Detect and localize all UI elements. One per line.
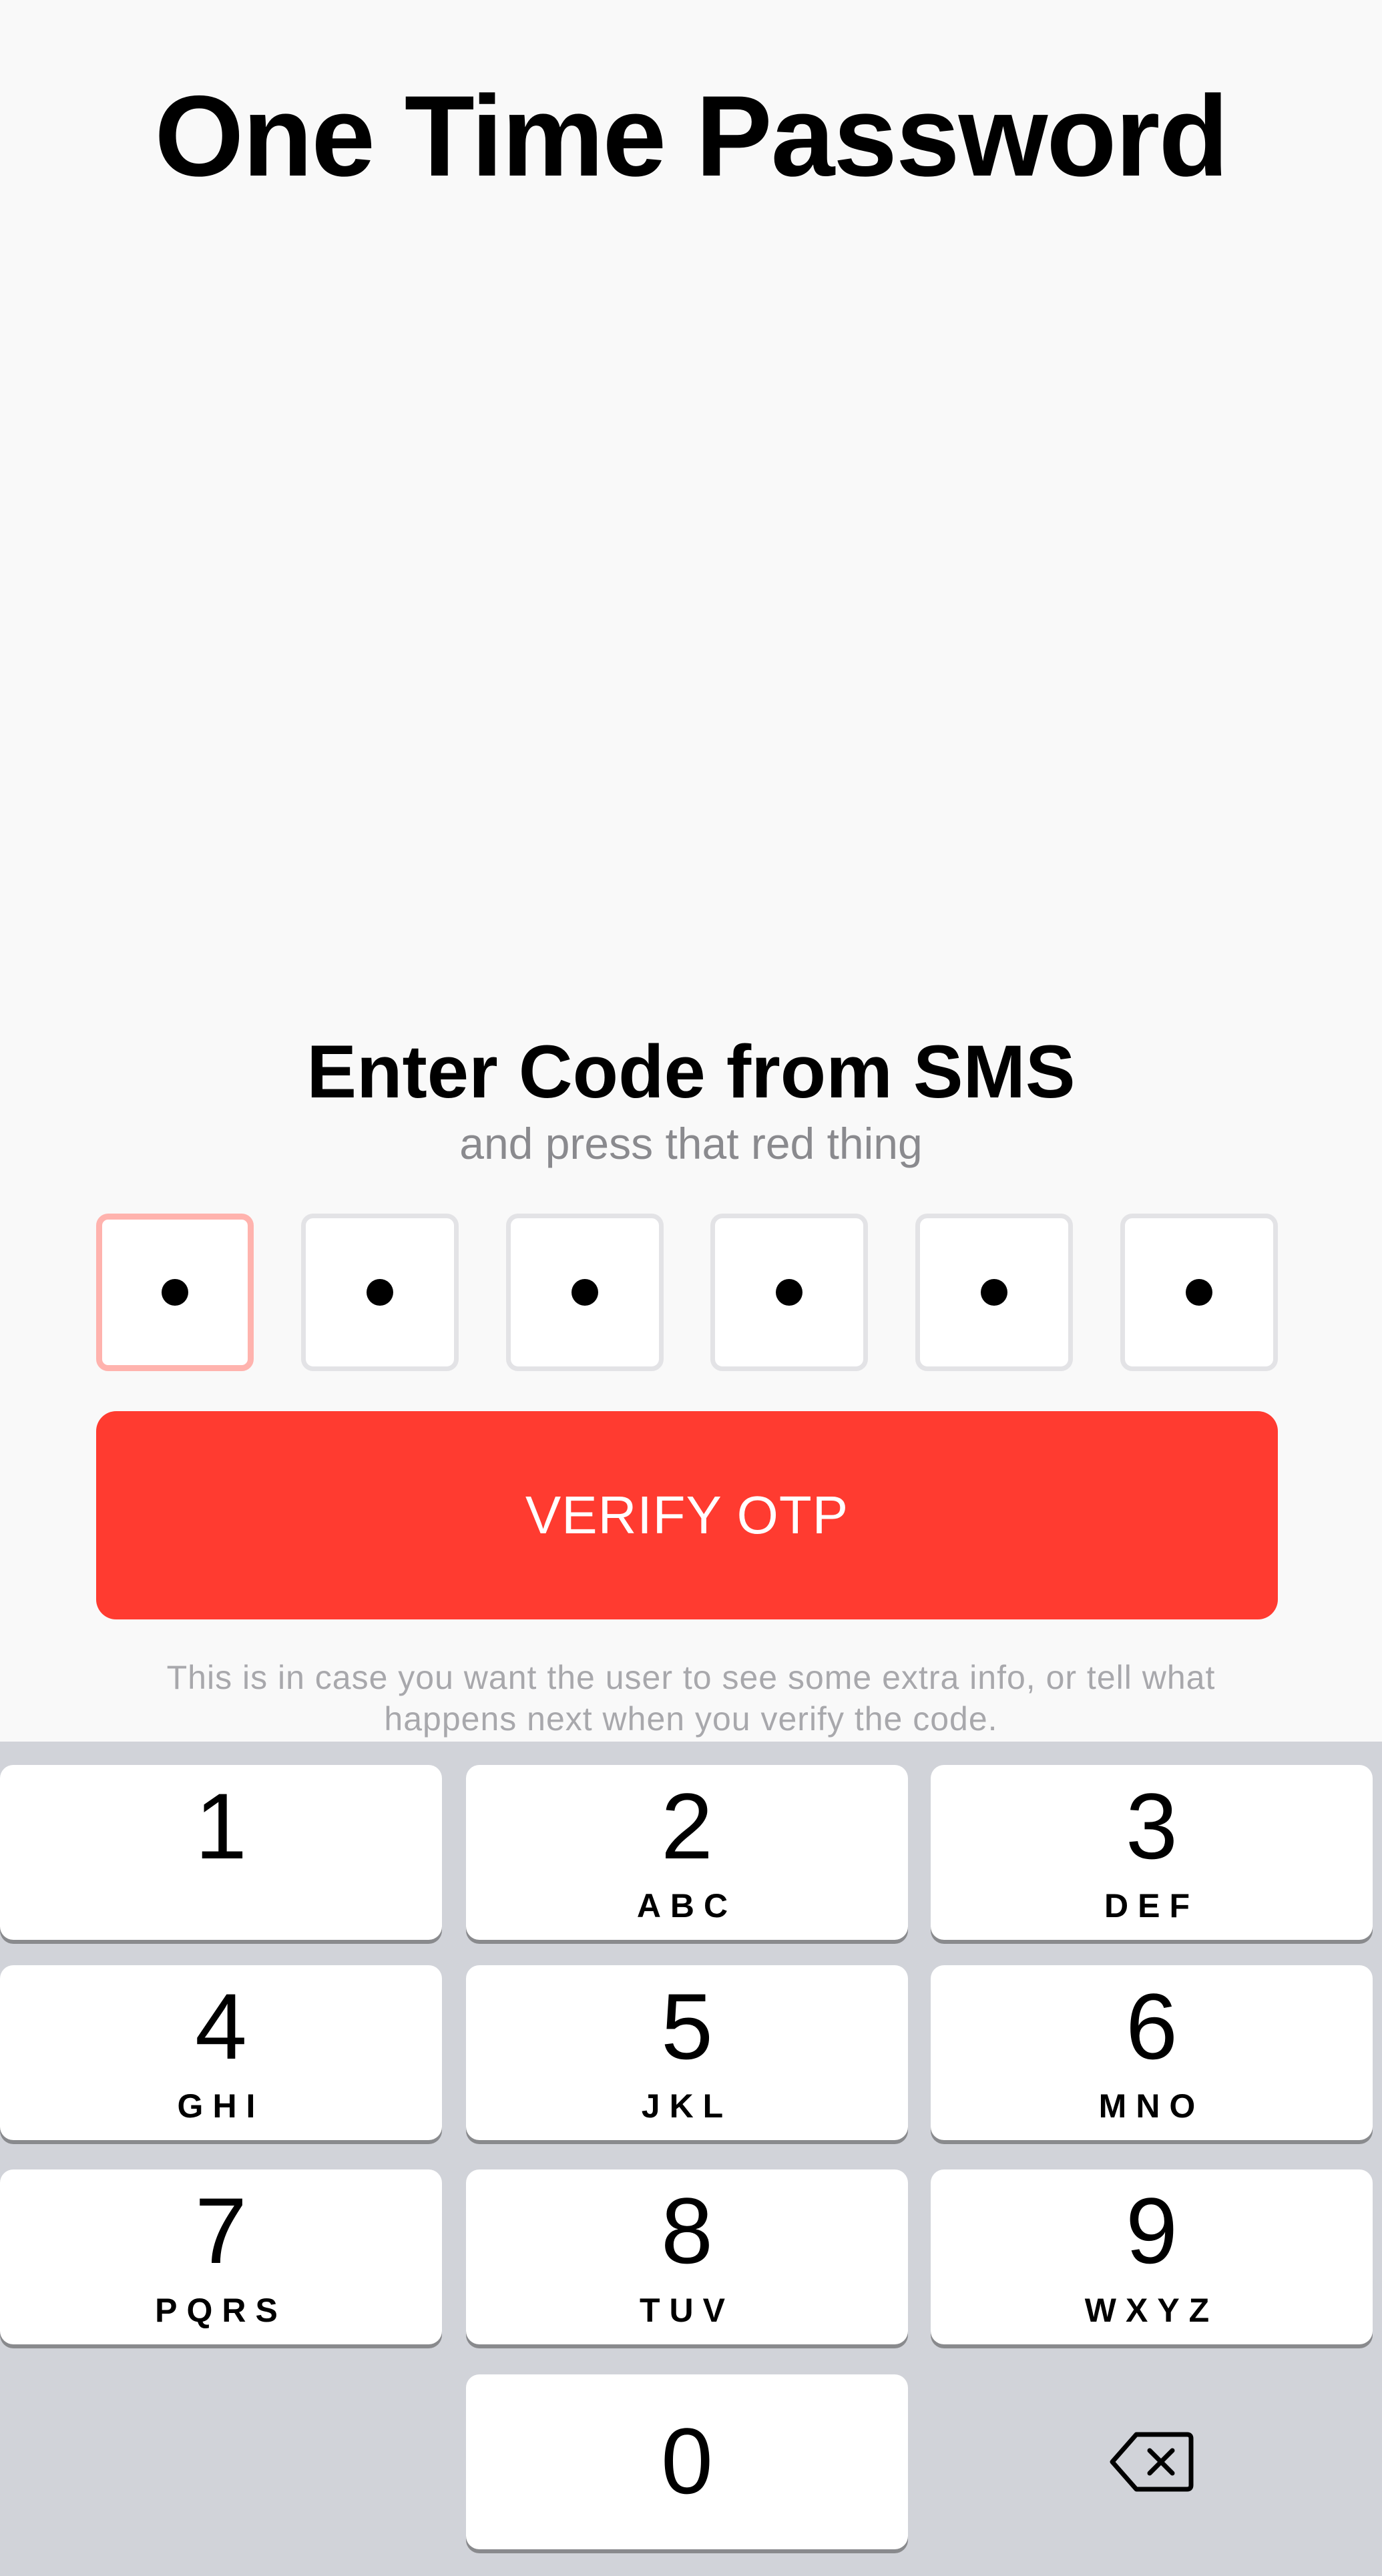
key-5[interactable]: 5 JKL	[466, 1965, 908, 2140]
key-digit: 5	[661, 1974, 713, 2079]
otp-input-row	[96, 1214, 1278, 1371]
key-digit: 2	[661, 1774, 713, 1878]
key-7[interactable]: 7 PQRS	[0, 2169, 442, 2344]
info-text: This is in case you want the user to see…	[166, 1659, 1216, 1738]
otp-digit-box-1[interactable]	[96, 1214, 254, 1371]
key-letters: JKL	[641, 2087, 733, 2125]
key-digit: 3	[1126, 1774, 1178, 1878]
verify-otp-button[interactable]: VERIFY OTP	[96, 1411, 1278, 1619]
page-title: One Time Password	[154, 72, 1229, 200]
numeric-keyboard: 1 2 ABC 3 DEF 4 GHI 5 JKL 6 MNO 7 PQRS 8…	[0, 1742, 1382, 2576]
key-letters: PQRS	[155, 2292, 287, 2329]
key-digit: 8	[661, 2178, 713, 2283]
masked-digit-dot	[981, 1279, 1008, 1306]
otp-digit-box-2[interactable]	[300, 1214, 459, 1371]
key-9[interactable]: 9 WXYZ	[931, 2169, 1373, 2344]
delete-key[interactable]	[931, 2374, 1373, 2549]
key-letters: DEF	[1104, 1887, 1199, 1924]
key-6[interactable]: 6 MNO	[931, 1965, 1373, 2140]
key-1[interactable]: 1	[0, 1765, 442, 1940]
key-digit: 0	[661, 2408, 713, 2513]
key-3[interactable]: 3 DEF	[931, 1765, 1373, 1940]
key-digit: 9	[1126, 2178, 1178, 2283]
key-0[interactable]: 0	[466, 2374, 908, 2549]
masked-digit-dot	[162, 1279, 188, 1306]
key-letters: MNO	[1098, 2087, 1205, 2125]
otp-digit-box-4[interactable]	[710, 1214, 869, 1371]
backspace-icon	[1110, 2432, 1194, 2492]
masked-digit-dot	[1185, 1279, 1212, 1306]
key-letters: GHI	[177, 2087, 265, 2125]
otp-digit-box-5[interactable]	[915, 1214, 1074, 1371]
prompt-heading: Enter Code from SMS	[306, 1030, 1076, 1113]
key-digit: 1	[195, 1774, 247, 1878]
key-digit: 6	[1126, 1974, 1178, 2079]
key-4[interactable]: 4 GHI	[0, 1965, 442, 2140]
key-8[interactable]: 8 TUV	[466, 2169, 908, 2344]
key-digit: 7	[195, 2178, 247, 2283]
prompt-subheading: and press that red thing	[459, 1119, 923, 1168]
key-letters: WXYZ	[1084, 2292, 1219, 2329]
otp-digit-box-6[interactable]	[1120, 1214, 1278, 1371]
key-letters: TUV	[640, 2292, 734, 2329]
masked-digit-dot	[776, 1279, 803, 1306]
key-digit: 4	[195, 1974, 247, 2079]
key-letters: ABC	[636, 1887, 738, 1924]
masked-digit-dot	[571, 1279, 598, 1306]
masked-digit-dot	[366, 1279, 393, 1306]
otp-digit-box-3[interactable]	[505, 1214, 664, 1371]
key-2[interactable]: 2 ABC	[466, 1765, 908, 1940]
